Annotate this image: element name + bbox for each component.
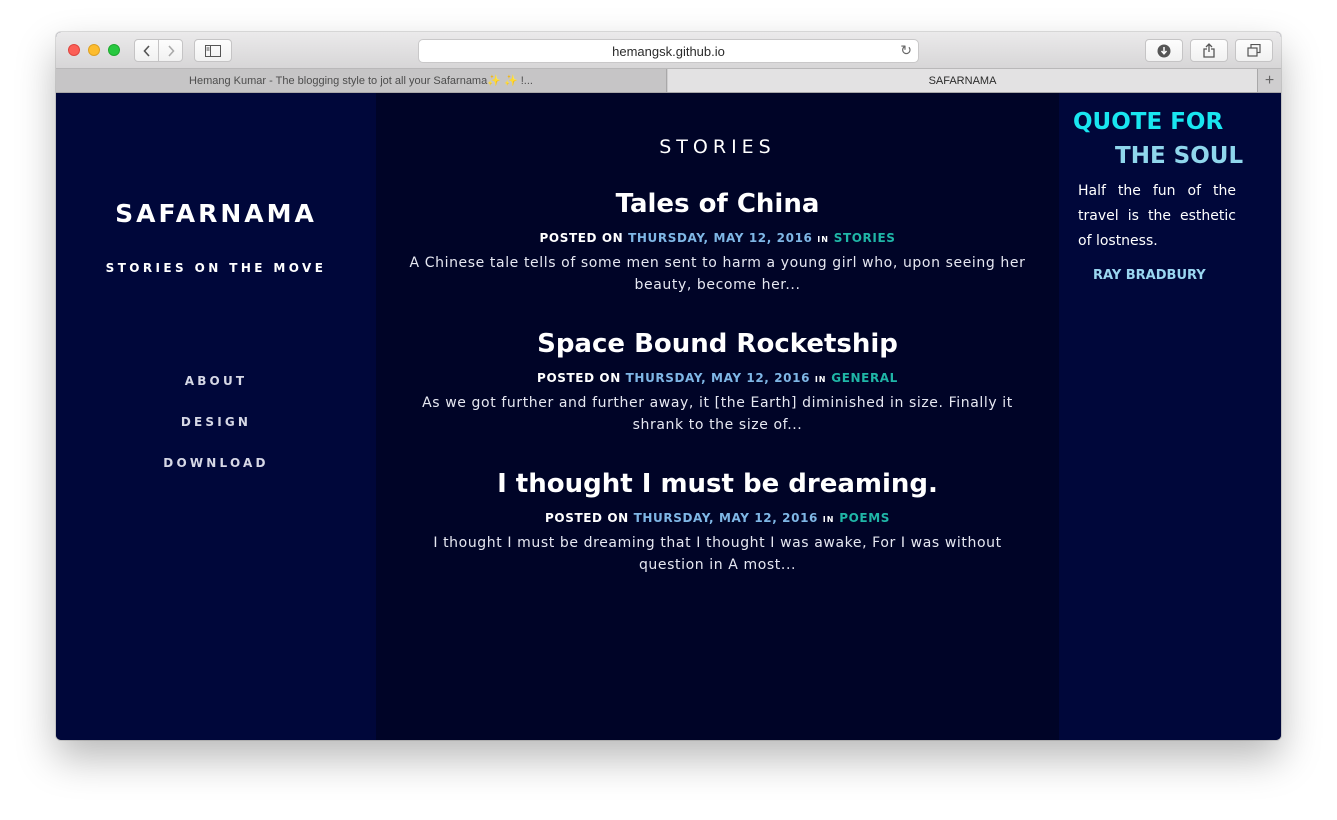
tabs-overview-button[interactable] xyxy=(1235,39,1273,62)
tab-title: SAFARNAMA xyxy=(928,74,997,87)
section-title: STORIES xyxy=(659,136,776,158)
download-icon xyxy=(1157,44,1171,57)
tab-safarnama[interactable]: SAFARNAMA xyxy=(668,69,1257,92)
downloads-button[interactable] xyxy=(1145,39,1183,62)
main-content: STORIES Tales of China POSTED ON THURSDA… xyxy=(376,93,1059,740)
post-category-link[interactable]: STORIES xyxy=(834,231,896,245)
quote-heading-line2: THE SOUL xyxy=(1115,143,1244,169)
quote-text: Half the fun of the travel is the esthet… xyxy=(1078,183,1236,249)
post-item: Space Bound Rocketship POSTED ON THURSDA… xyxy=(376,328,1059,436)
browser-toolbar: hemangsk.github.io ↻ xyxy=(56,32,1281,69)
post-meta: POSTED ON THURSDAY, MAY 12, 2016 IN POEM… xyxy=(376,510,1059,528)
post-meta: POSTED ON THURSDAY, MAY 12, 2016 IN GENE… xyxy=(376,370,1059,388)
sidebar-icon xyxy=(205,44,221,57)
posted-on-label: POSTED ON xyxy=(539,231,624,245)
post-category-link[interactable]: GENERAL xyxy=(831,371,898,385)
nav-item-download[interactable]: DOWNLOAD xyxy=(56,455,376,496)
zoom-window-button[interactable] xyxy=(108,44,120,56)
post-title[interactable]: I thought I must be dreaming. xyxy=(376,468,1059,500)
post-title[interactable]: Space Bound Rocketship xyxy=(376,328,1059,360)
tab-hemang-kumar[interactable]: Hemang Kumar - The blogging style to jot… xyxy=(56,69,667,92)
post-date-link[interactable]: THURSDAY, MAY 12, 2016 xyxy=(634,511,818,525)
post-excerpt: I thought I must be dreaming that I thou… xyxy=(433,535,1002,573)
posted-on-label: POSTED ON xyxy=(537,371,621,385)
share-button[interactable] xyxy=(1190,39,1228,62)
minimize-window-button[interactable] xyxy=(88,44,100,56)
site-sidebar: SAFARNAMA STORIES ON THE MOVE ABOUT DESI… xyxy=(56,93,376,740)
in-label: IN xyxy=(817,235,829,244)
back-button[interactable] xyxy=(134,39,159,62)
forward-button[interactable] xyxy=(158,39,183,62)
post-date-link[interactable]: THURSDAY, MAY 12, 2016 xyxy=(628,231,812,245)
new-tab-button[interactable]: + xyxy=(1257,69,1281,92)
close-window-button[interactable] xyxy=(68,44,80,56)
share-icon xyxy=(1203,43,1215,58)
tabs-overview-icon xyxy=(1247,44,1261,57)
chevron-left-icon xyxy=(142,44,150,57)
tab-bar: Hemang Kumar - The blogging style to jot… xyxy=(56,69,1281,93)
reload-icon[interactable]: ↻ xyxy=(900,42,912,59)
sidebar-toggle-button[interactable] xyxy=(194,39,232,62)
post-meta: POSTED ON THURSDAY, MAY 12, 2016 IN STOR… xyxy=(376,230,1059,248)
post-title[interactable]: Tales of China xyxy=(376,188,1059,220)
post-item: Tales of China POSTED ON THURSDAY, MAY 1… xyxy=(376,188,1059,296)
post-item: I thought I must be dreaming. POSTED ON … xyxy=(376,468,1059,576)
tab-title: Hemang Kumar - The blogging style to jot… xyxy=(189,75,533,87)
url-text: hemangsk.github.io xyxy=(612,43,725,59)
in-label: IN xyxy=(822,515,835,524)
in-label: IN xyxy=(814,375,827,384)
post-category-link[interactable]: POEMS xyxy=(839,511,890,525)
nav-item-about[interactable]: ABOUT xyxy=(56,373,376,414)
site-title[interactable]: SAFARNAMA xyxy=(56,199,376,228)
post-excerpt: A Chinese tale tells of some men sent to… xyxy=(409,255,1026,293)
posted-on-label: POSTED ON xyxy=(545,511,629,525)
browser-window: hemangsk.github.io ↻ Hemang Kumar - The … xyxy=(56,32,1281,740)
plus-icon: + xyxy=(1264,71,1275,89)
chevron-right-icon xyxy=(167,44,175,57)
quote-author: RAY BRADBURY xyxy=(1093,268,1206,283)
quote-sidebar: QUOTE FOR THE SOUL Half the fun of the t… xyxy=(1059,93,1281,740)
web-page: SAFARNAMA STORIES ON THE MOVE ABOUT DESI… xyxy=(56,93,1281,740)
address-bar[interactable]: hemangsk.github.io ↻ xyxy=(418,39,919,63)
post-excerpt: As we got further and further away, it [… xyxy=(422,395,1013,433)
quote-heading-line1: QUOTE FOR xyxy=(1073,109,1224,135)
nav-item-design[interactable]: DESIGN xyxy=(56,414,376,455)
site-nav: ABOUT DESIGN DOWNLOAD xyxy=(56,373,376,496)
post-date-link[interactable]: THURSDAY, MAY 12, 2016 xyxy=(626,371,810,385)
site-tagline: STORIES ON THE MOVE xyxy=(105,261,327,275)
